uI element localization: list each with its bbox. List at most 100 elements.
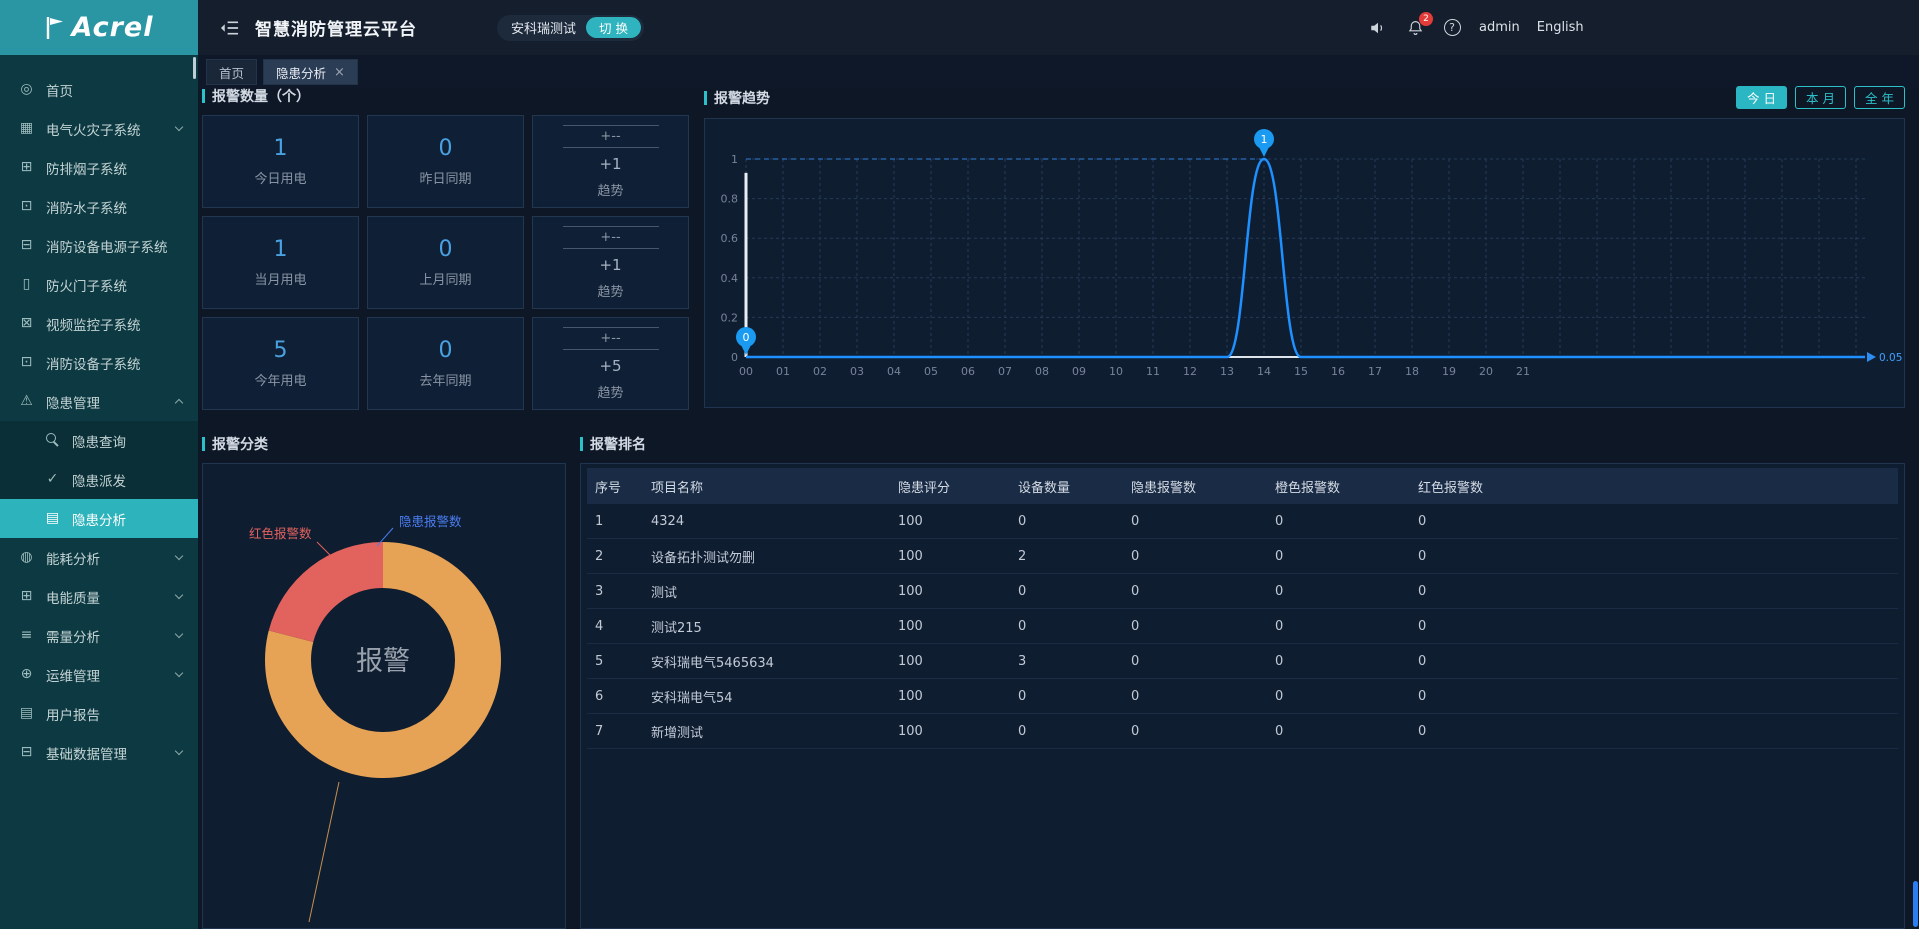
volume-icon[interactable]	[1368, 18, 1388, 38]
table-header-cell: 隐患评分	[898, 477, 1018, 496]
table-row[interactable]: 3测试1000000	[587, 574, 1898, 609]
table-row[interactable]: 7新增测试1000000	[587, 714, 1898, 749]
sidebar-item-label: 能耗分析	[46, 548, 100, 568]
sidebar-item[interactable]: ⊡消防水子系统	[0, 187, 198, 226]
sidebar: Acrel ◎首页▦电气火灾子系统⊞防排烟子系统⊡消防水子系统⊟消防设备电源子系…	[0, 0, 198, 929]
sidebar-item-label: 运维管理	[46, 665, 100, 685]
category-chart: 报警红色报警数隐患报警数	[203, 464, 565, 928]
range-button[interactable]: 全 年	[1854, 86, 1905, 109]
power-quality-icon: ⊞	[18, 588, 35, 605]
logo-text: Acrel	[72, 12, 154, 43]
sidebar-item[interactable]: ⊕ 运维管理	[0, 655, 198, 694]
table-row[interactable]: 143241000000	[587, 504, 1898, 539]
tab-label: 首页	[219, 63, 244, 82]
language-switcher[interactable]: English	[1537, 20, 1584, 35]
help-icon[interactable]: ?	[1442, 18, 1462, 38]
sidebar-item[interactable]: 隐患查询	[0, 421, 198, 460]
sidebar-item[interactable]: ⊞ 电能质量	[0, 577, 198, 616]
sidebar-item[interactable]: ⊠视频监控子系统	[0, 304, 198, 343]
stat-card[interactable]: 1当月用电	[202, 216, 359, 309]
tab-首页[interactable]: 首页	[206, 59, 257, 85]
sidebar-item[interactable]: ⚠隐患管理	[0, 382, 198, 421]
sidebar-item[interactable]: ◎首页	[0, 70, 198, 109]
sidebar-item[interactable]: ▤用户报告	[0, 694, 198, 733]
sidebar-item[interactable]: ≡需量分析	[0, 616, 198, 655]
trend-chart: 0001020304050607080910111213141516171819…	[705, 119, 1904, 407]
stat-value: 1	[274, 237, 288, 262]
sidebar-item-label: 电能质量	[46, 587, 100, 607]
main-scrollbar-thumb[interactable]	[1913, 881, 1918, 927]
table-row[interactable]: 2设备拓扑测试勿删1002000	[587, 539, 1898, 574]
svg-text:0.6: 0.6	[721, 232, 739, 245]
svg-text:0.8: 0.8	[721, 193, 739, 206]
table-header-cell: 序号	[595, 477, 651, 496]
range-button[interactable]: 今 日	[1736, 86, 1787, 109]
bell-icon[interactable]: 2	[1405, 18, 1425, 38]
sidebar-item[interactable]: ⊟基础数据管理	[0, 733, 198, 772]
table-cell: 5	[595, 654, 651, 669]
chevron-up-icon	[175, 399, 183, 407]
smoke-control-icon: ⊞	[18, 159, 35, 176]
stat-card[interactable]: +--+1趋势	[532, 216, 689, 309]
close-tab-icon[interactable]: ×	[334, 66, 345, 79]
title-accent-bar	[202, 89, 205, 103]
stat-card[interactable]: +--+5趋势	[532, 317, 689, 410]
collapse-sidebar-icon[interactable]	[220, 20, 239, 36]
section-title: 报警趋势	[704, 88, 770, 108]
power-supply-icon: ⊟	[18, 237, 35, 254]
table-cell: 0	[1131, 724, 1275, 739]
chevron-down-icon	[175, 552, 183, 560]
section-title-text: 报警趋势	[714, 88, 770, 108]
switch-project-button[interactable]: 切 换	[586, 17, 641, 38]
svg-text:09: 09	[1072, 365, 1086, 378]
table-cell: 0	[1275, 689, 1418, 704]
table-cell: 100	[898, 619, 1018, 634]
table-cell: 0	[1018, 619, 1131, 634]
table-cell: 0	[1131, 619, 1275, 634]
ops-icon: ⊕	[18, 666, 35, 683]
svg-text:07: 07	[998, 365, 1012, 378]
stat-card[interactable]: 5今年用电	[202, 317, 359, 410]
chevron-down-icon	[175, 747, 183, 755]
range-button[interactable]: 本 月	[1795, 86, 1846, 109]
sidebar-scrollbar-thumb[interactable]	[193, 57, 196, 79]
table-row[interactable]: 4测试2151000000	[587, 609, 1898, 644]
table-cell: 0	[1018, 689, 1131, 704]
project-switcher: 安科瑞测试 切 换	[497, 15, 644, 41]
stat-card[interactable]: 1今日用电	[202, 115, 359, 208]
sidebar-item[interactable]: ▯防火门子系统	[0, 265, 198, 304]
user-menu[interactable]: admin	[1479, 20, 1520, 35]
sidebar-item[interactable]: ◍能耗分析	[0, 538, 198, 577]
table-row[interactable]: 6安科瑞电气541000000	[587, 679, 1898, 714]
stat-card[interactable]: 0昨日同期	[367, 115, 524, 208]
alarm-ranking-section: 报警排名 序号项目名称隐患评分设备数量隐患报警数橙色报警数红色报警数 14324…	[580, 434, 1905, 929]
tab-隐患分析[interactable]: 隐患分析×	[263, 59, 358, 85]
stat-card[interactable]: 0上月同期	[367, 216, 524, 309]
sidebar-item[interactable]: ⊡消防设备子系统	[0, 343, 198, 382]
stat-card[interactable]: +--+1趋势	[532, 115, 689, 208]
table-cell: 0	[1275, 549, 1418, 564]
section-title: 报警分类	[202, 434, 566, 454]
sidebar-item-label: 基础数据管理	[46, 743, 127, 763]
chevron-down-icon	[175, 591, 183, 599]
sidebar-item[interactable]: ▦电气火灾子系统	[0, 109, 198, 148]
svg-text:12: 12	[1183, 365, 1197, 378]
svg-text:18: 18	[1405, 365, 1419, 378]
trend-chart-panel: 0001020304050607080910111213141516171819…	[704, 118, 1905, 408]
sidebar-item[interactable]: ⊞防排烟子系统	[0, 148, 198, 187]
table-header-cell: 项目名称	[651, 477, 898, 496]
sidebar-item[interactable]: ▤隐患分析	[0, 499, 198, 538]
sidebar-item[interactable]: ✓隐患派发	[0, 460, 198, 499]
table-cell: 0	[1418, 654, 1898, 669]
stat-card[interactable]: 0去年同期	[367, 317, 524, 410]
top-header: 智慧消防管理云平台 安科瑞测试 切 换 2 ? admin English	[198, 0, 1919, 55]
table-cell: 0	[1131, 654, 1275, 669]
table-row[interactable]: 5安科瑞电气54656341003000	[587, 644, 1898, 679]
stat-value: 0	[439, 136, 453, 161]
sidebar-item-label: 用户报告	[46, 704, 100, 724]
table-cell: 0	[1018, 724, 1131, 739]
svg-text:17: 17	[1368, 365, 1382, 378]
title-accent-bar	[580, 437, 583, 451]
sidebar-item[interactable]: ⊟消防设备电源子系统	[0, 226, 198, 265]
question-mark: ?	[1444, 19, 1461, 36]
